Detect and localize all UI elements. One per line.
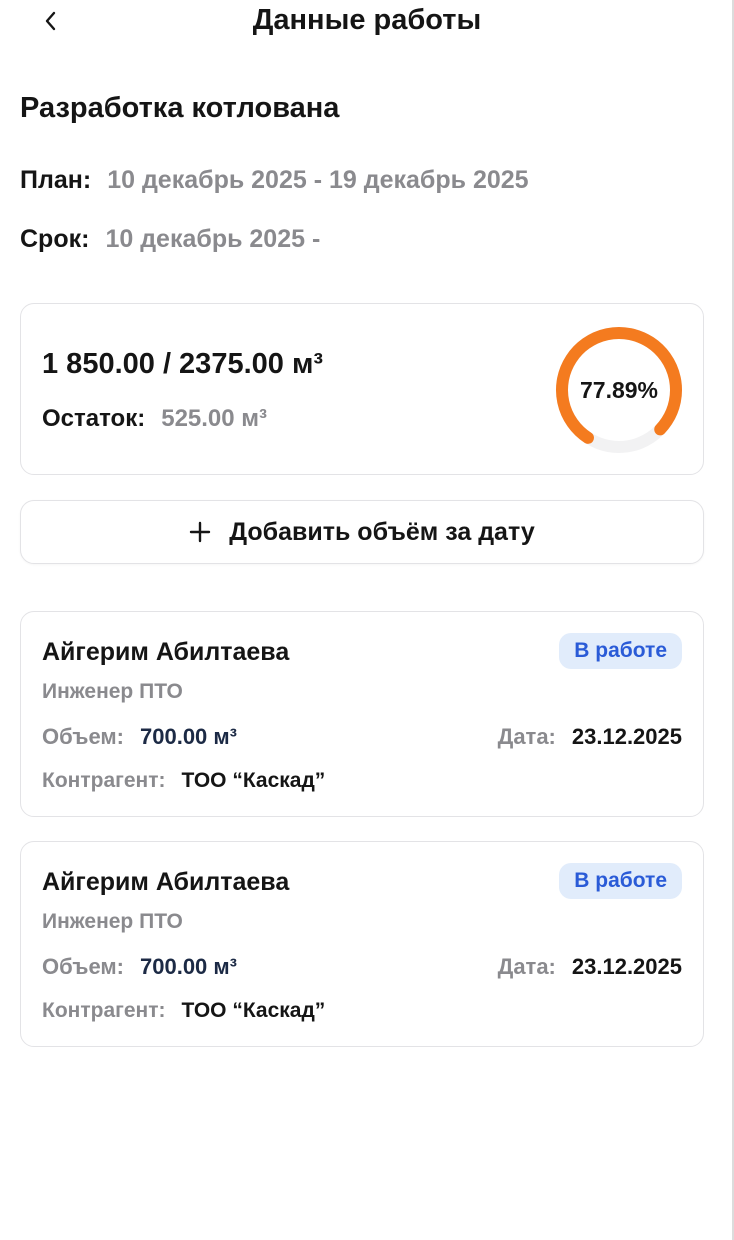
entry-date-label: Дата: <box>497 724 556 749</box>
term-value: 10 декабрь 2025 - <box>105 225 321 253</box>
entry-card[interactable]: Айгерим Абилтаева Инженер ПТО В работе О… <box>20 611 704 817</box>
header: Данные работы <box>0 0 734 46</box>
entry-contractor-value: ТОО “Каскад” <box>181 769 326 792</box>
entry-volume-value: 700.00 м³ <box>140 724 238 749</box>
add-volume-label: Добавить объём за дату <box>229 517 535 546</box>
entry-date-value: 23.12.2025 <box>571 954 682 979</box>
plus-icon <box>190 521 211 543</box>
entry-volume-value: 700.00 м³ <box>140 954 238 979</box>
entry-date-row: Дата: 23.12.2025 <box>498 724 682 750</box>
entry-date-value: 23.12.2025 <box>571 724 682 749</box>
plan-value: 10 декабрь 2025 - 19 декабрь 2025 <box>107 166 529 194</box>
entry-name: Айгерим Абилтаева <box>42 868 290 896</box>
remain-label: Остаток: <box>42 405 146 432</box>
work-title: Разработка котлована <box>20 92 340 124</box>
volume-total: 1 850.00 / 2375.00 м³ <box>42 348 324 380</box>
entry-contractor-label: Контрагент: <box>42 769 166 792</box>
plan-row: План: 10 декабрь 2025 - 19 декабрь 2025 <box>20 166 529 195</box>
entry-date-label: Дата: <box>497 954 556 979</box>
entry-date-row: Дата: 23.12.2025 <box>498 954 682 980</box>
progress-card: 1 850.00 / 2375.00 м³ Остаток: 525.00 м³… <box>20 303 704 475</box>
page-title: Данные работы <box>252 4 482 36</box>
entry-contractor-row: Контрагент: ТОО “Каскад” <box>42 769 325 793</box>
entry-contractor-value: ТОО “Каскад” <box>181 999 326 1022</box>
plan-label: План: <box>20 166 92 194</box>
entry-contractor-label: Контрагент: <box>42 999 166 1022</box>
remain-row: Остаток: 525.00 м³ <box>42 405 267 433</box>
entry-name: Айгерим Абилтаева <box>42 638 290 666</box>
status-badge[interactable]: В работе <box>559 863 682 899</box>
term-label: Срок: <box>20 225 90 253</box>
entry-contractor-row: Контрагент: ТОО “Каскад” <box>42 999 325 1023</box>
remain-value: 525.00 м³ <box>161 405 268 432</box>
entry-volume-label: Объем: <box>42 954 124 979</box>
entry-role: Инженер ПТО <box>42 680 183 703</box>
entry-volume-row: Объем: 700.00 м³ <box>42 724 237 750</box>
progress-percent: 77.89% <box>579 376 658 403</box>
term-row: Срок: 10 декабрь 2025 - <box>20 225 320 254</box>
entry-card[interactable]: Айгерим Абилтаева Инженер ПТО В работе О… <box>20 841 704 1047</box>
status-badge[interactable]: В работе <box>559 633 682 669</box>
entry-volume-label: Объем: <box>42 724 124 749</box>
add-volume-button[interactable]: Добавить объём за дату <box>20 500 704 564</box>
entry-role: Инженер ПТО <box>42 910 183 933</box>
entry-volume-row: Объем: 700.00 м³ <box>42 954 237 980</box>
